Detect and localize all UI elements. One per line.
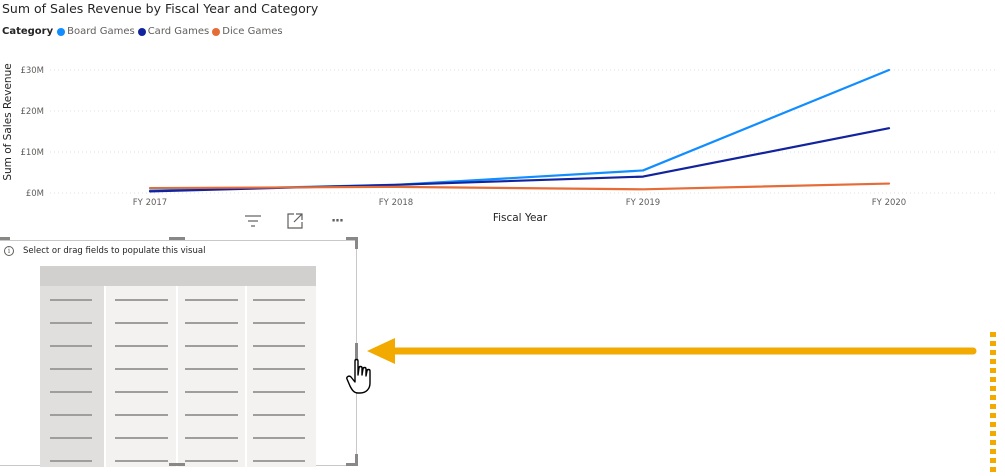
placeholder-cell-dash xyxy=(253,460,305,462)
placeholder-cell-dash xyxy=(50,437,92,439)
placeholder-cell-dash xyxy=(253,345,305,347)
resize-handle-bottom-right-vertical[interactable] xyxy=(355,454,358,466)
resize-handle-top-right-vertical[interactable] xyxy=(355,237,358,249)
placeholder-cell-dash xyxy=(50,391,92,393)
placeholder-cell-dash xyxy=(253,322,305,324)
line-chart: £0M £10M £20M £30M FY 2017 FY 2018 FY 2019 FY 2… xyxy=(2,63,995,224)
placeholder-cell-dash xyxy=(115,299,168,301)
hand-pointer-icon xyxy=(346,358,371,394)
placeholder-cell-dash xyxy=(115,368,168,370)
placeholder-cell-dash xyxy=(185,345,238,347)
placeholder-cell-dash xyxy=(115,345,168,347)
x-axis-title: Fiscal Year xyxy=(493,212,548,224)
placeholder-table-header xyxy=(40,266,316,286)
placeholder-cell-dash xyxy=(50,345,92,347)
y-tick-label: £0M xyxy=(26,189,44,199)
placeholder-cell-dash xyxy=(185,299,238,301)
annotation-arrow xyxy=(367,330,996,476)
x-tick-label: FY 2020 xyxy=(872,198,906,208)
placeholder-cell-dash xyxy=(50,299,92,301)
placeholder-cell-dash xyxy=(185,437,238,439)
placeholder-cell-dash xyxy=(50,368,92,370)
y-axis-title: Sum of Sales Revenue xyxy=(2,63,14,180)
placeholder-divider xyxy=(245,286,247,467)
placeholder-cell-dash xyxy=(115,460,168,462)
series-line-dice-games xyxy=(148,182,891,191)
placeholder-divider xyxy=(176,286,178,467)
placeholder-cell-dash xyxy=(185,460,238,462)
x-tick-label: FY 2018 xyxy=(379,198,413,208)
y-tick-label: £10M xyxy=(20,148,44,158)
more-options-label: ··· xyxy=(331,213,344,229)
x-tick-label: FY 2019 xyxy=(626,198,660,208)
placeholder-cell-dash xyxy=(50,414,92,416)
y-tick-label: £30M xyxy=(20,66,44,76)
placeholder-cell-dash xyxy=(50,322,92,324)
placeholder-cell-dash xyxy=(115,391,168,393)
table-visual-placeholder[interactable]: i Select or drag fields to populate this… xyxy=(0,237,358,467)
placeholder-cell-dash xyxy=(50,460,92,462)
placeholder-cell-dash xyxy=(115,322,168,324)
series-line-card-games xyxy=(148,127,891,193)
placeholder-table xyxy=(40,266,316,467)
info-icon: i xyxy=(4,246,14,256)
placeholder-cell-dash xyxy=(253,299,305,301)
resize-handle-top-middle[interactable] xyxy=(169,237,185,240)
placeholder-cell-dash xyxy=(253,437,305,439)
placeholder-first-column xyxy=(40,286,104,467)
visual-header: ··· xyxy=(243,211,347,231)
resize-handle-bottom-middle[interactable] xyxy=(169,463,185,466)
placeholder-cell-dash xyxy=(253,414,305,416)
placeholder-cell-dash xyxy=(185,414,238,416)
placeholder-cell-dash xyxy=(185,368,238,370)
series-line-board-games xyxy=(148,68,891,192)
placeholder-cell-dash xyxy=(253,368,305,370)
more-options-icon[interactable]: ··· xyxy=(327,211,347,231)
placeholder-cell-dash xyxy=(253,391,305,393)
placeholder-cell-dash xyxy=(115,437,168,439)
y-tick-label: £20M xyxy=(20,107,44,117)
placeholder-cell-dash xyxy=(185,391,238,393)
info-row: i Select or drag fields to populate this… xyxy=(4,246,205,256)
info-text: Select or drag fields to populate this v… xyxy=(23,246,206,256)
x-tick-label: FY 2017 xyxy=(133,198,167,208)
filter-icon[interactable] xyxy=(243,211,263,231)
placeholder-cell-dash xyxy=(115,414,168,416)
placeholder-cell-dash xyxy=(185,322,238,324)
focus-mode-icon[interactable] xyxy=(285,211,305,231)
placeholder-divider xyxy=(104,286,106,467)
resize-handle-top-left[interactable] xyxy=(0,237,10,240)
